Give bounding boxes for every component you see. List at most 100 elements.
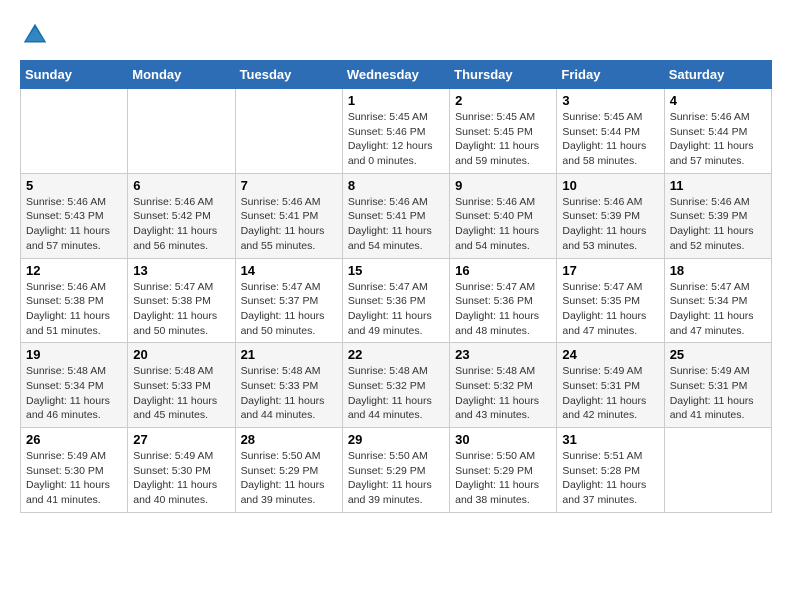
calendar-cell: 14 Sunrise: 5:47 AM Sunset: 5:37 PM Dayli… [235, 258, 342, 343]
day-number: 29 [348, 432, 444, 447]
calendar-week-2: 5 Sunrise: 5:46 AM Sunset: 5:43 PM Daylig… [21, 173, 772, 258]
header [20, 20, 772, 50]
calendar-cell [21, 89, 128, 174]
calendar-cell [128, 89, 235, 174]
calendar-cell: 31Sunrise: 5:51 AM Sunset: 5:28 PM Dayli… [557, 428, 664, 513]
calendar-cell: 6Sunrise: 5:46 AM Sunset: 5:42 PM Daylig… [128, 173, 235, 258]
weekday-header-thursday: Thursday [450, 61, 557, 89]
day-info: Sunrise: 5:48 AM Sunset: 5:33 PM Dayligh… [133, 364, 229, 423]
day-number: 4 [670, 93, 766, 108]
calendar-cell: 12Sunrise: 5:46 AM Sunset: 5:38 PM Dayli… [21, 258, 128, 343]
calendar-cell: 17Sunrise: 5:47 AM Sunset: 5:35 PM Dayli… [557, 258, 664, 343]
day-info: Sunrise: 5:45 AM Sunset: 5:45 PM Dayligh… [455, 110, 551, 169]
calendar-cell: 10Sunrise: 5:46 AM Sunset: 5:39 PM Dayli… [557, 173, 664, 258]
day-number: 11 [670, 178, 766, 193]
day-number: 28 [241, 432, 337, 447]
day-info: Sunrise: 5:49 AM Sunset: 5:31 PM Dayligh… [670, 364, 766, 423]
day-info: Sunrise: 5:47 AM Sunset: 5:38 PM Dayligh… [133, 280, 229, 339]
day-number: 24 [562, 347, 658, 362]
weekday-header-monday: Monday [128, 61, 235, 89]
calendar-week-5: 26 Sunrise: 5:49 AM Sunset: 5:30 PM Dayli… [21, 428, 772, 513]
day-info: Sunrise: 5:48 AM Sunset: 5:33 PM Dayligh… [241, 364, 337, 423]
day-number: 9 [455, 178, 551, 193]
calendar-cell: 15 Sunrise: 5:47 AM Sunset: 5:36 PM Dayli… [342, 258, 449, 343]
day-number: 26 [26, 432, 122, 447]
calendar-cell: 19 Sunrise: 5:48 AM Sunset: 5:34 PM Dayli… [21, 343, 128, 428]
day-number: 21 [241, 347, 337, 362]
logo-icon [20, 20, 50, 50]
day-info: Sunrise: 5:47 AM Sunset: 5:37 PM Dayligh… [241, 280, 337, 339]
calendar-cell: 28 Sunrise: 5:50 AM Sunset: 5:29 PM Dayli… [235, 428, 342, 513]
calendar-cell [235, 89, 342, 174]
day-number: 15 [348, 263, 444, 278]
calendar-cell: 29 Sunrise: 5:50 AM Sunset: 5:29 PM Dayli… [342, 428, 449, 513]
day-number: 13 [133, 263, 229, 278]
day-info: Sunrise: 5:45 AM Sunset: 5:44 PM Dayligh… [562, 110, 658, 169]
day-number: 19 [26, 347, 122, 362]
day-number: 6 [133, 178, 229, 193]
day-number: 14 [241, 263, 337, 278]
calendar-cell: 27 Sunrise: 5:49 AM Sunset: 5:30 PM Dayli… [128, 428, 235, 513]
day-info: Sunrise: 5:50 AM Sunset: 5:29 PM Dayligh… [348, 449, 444, 508]
day-info: Sunrise: 5:46 AM Sunset: 5:43 PM Dayligh… [26, 195, 122, 254]
calendar-cell: 1Sunrise: 5:45 AM Sunset: 5:46 PM Daylig… [342, 89, 449, 174]
day-info: Sunrise: 5:47 AM Sunset: 5:34 PM Dayligh… [670, 280, 766, 339]
calendar-cell [664, 428, 771, 513]
calendar-cell: 4 Sunrise: 5:46 AM Sunset: 5:44 PM Daylig… [664, 89, 771, 174]
day-info: Sunrise: 5:46 AM Sunset: 5:40 PM Dayligh… [455, 195, 551, 254]
calendar-table: SundayMondayTuesdayWednesdayThursdayFrid… [20, 60, 772, 513]
day-number: 8 [348, 178, 444, 193]
weekday-header-sunday: Sunday [21, 61, 128, 89]
day-number: 22 [348, 347, 444, 362]
day-info: Sunrise: 5:49 AM Sunset: 5:30 PM Dayligh… [133, 449, 229, 508]
logo [20, 20, 54, 50]
day-number: 16 [455, 263, 551, 278]
day-info: Sunrise: 5:46 AM Sunset: 5:41 PM Dayligh… [241, 195, 337, 254]
day-info: Sunrise: 5:48 AM Sunset: 5:32 PM Dayligh… [455, 364, 551, 423]
weekday-header-row: SundayMondayTuesdayWednesdayThursdayFrid… [21, 61, 772, 89]
calendar-week-4: 19 Sunrise: 5:48 AM Sunset: 5:34 PM Dayli… [21, 343, 772, 428]
weekday-header-saturday: Saturday [664, 61, 771, 89]
calendar-cell: 20 Sunrise: 5:48 AM Sunset: 5:33 PM Dayli… [128, 343, 235, 428]
calendar-cell: 8 Sunrise: 5:46 AM Sunset: 5:41 PM Daylig… [342, 173, 449, 258]
calendar-cell: 26 Sunrise: 5:49 AM Sunset: 5:30 PM Dayli… [21, 428, 128, 513]
day-info: Sunrise: 5:47 AM Sunset: 5:36 PM Dayligh… [455, 280, 551, 339]
calendar-cell: 9 Sunrise: 5:46 AM Sunset: 5:40 PM Daylig… [450, 173, 557, 258]
day-number: 27 [133, 432, 229, 447]
day-number: 31 [562, 432, 658, 447]
calendar-container: SundayMondayTuesdayWednesdayThursdayFrid… [0, 0, 792, 523]
calendar-week-1: 1Sunrise: 5:45 AM Sunset: 5:46 PM Daylig… [21, 89, 772, 174]
day-info: Sunrise: 5:46 AM Sunset: 5:39 PM Dayligh… [562, 195, 658, 254]
day-number: 2 [455, 93, 551, 108]
day-info: Sunrise: 5:46 AM Sunset: 5:41 PM Dayligh… [348, 195, 444, 254]
day-number: 30 [455, 432, 551, 447]
calendar-cell: 22 Sunrise: 5:48 AM Sunset: 5:32 PM Dayli… [342, 343, 449, 428]
day-info: Sunrise: 5:46 AM Sunset: 5:38 PM Dayligh… [26, 280, 122, 339]
day-info: Sunrise: 5:49 AM Sunset: 5:30 PM Dayligh… [26, 449, 122, 508]
day-number: 7 [241, 178, 337, 193]
calendar-cell: 3 Sunrise: 5:45 AM Sunset: 5:44 PM Daylig… [557, 89, 664, 174]
day-number: 1 [348, 93, 444, 108]
day-info: Sunrise: 5:48 AM Sunset: 5:32 PM Dayligh… [348, 364, 444, 423]
calendar-cell: 23 Sunrise: 5:48 AM Sunset: 5:32 PM Dayli… [450, 343, 557, 428]
weekday-header-tuesday: Tuesday [235, 61, 342, 89]
day-number: 23 [455, 347, 551, 362]
day-info: Sunrise: 5:46 AM Sunset: 5:44 PM Dayligh… [670, 110, 766, 169]
calendar-cell: 11Sunrise: 5:46 AM Sunset: 5:39 PM Dayli… [664, 173, 771, 258]
calendar-cell: 16 Sunrise: 5:47 AM Sunset: 5:36 PM Dayli… [450, 258, 557, 343]
calendar-cell: 21 Sunrise: 5:48 AM Sunset: 5:33 PM Dayli… [235, 343, 342, 428]
day-info: Sunrise: 5:50 AM Sunset: 5:29 PM Dayligh… [241, 449, 337, 508]
day-number: 3 [562, 93, 658, 108]
calendar-cell: 18Sunrise: 5:47 AM Sunset: 5:34 PM Dayli… [664, 258, 771, 343]
calendar-cell: 2 Sunrise: 5:45 AM Sunset: 5:45 PM Daylig… [450, 89, 557, 174]
day-info: Sunrise: 5:48 AM Sunset: 5:34 PM Dayligh… [26, 364, 122, 423]
calendar-cell: 5 Sunrise: 5:46 AM Sunset: 5:43 PM Daylig… [21, 173, 128, 258]
day-number: 17 [562, 263, 658, 278]
calendar-cell: 25Sunrise: 5:49 AM Sunset: 5:31 PM Dayli… [664, 343, 771, 428]
day-number: 5 [26, 178, 122, 193]
calendar-cell: 30 Sunrise: 5:50 AM Sunset: 5:29 PM Dayli… [450, 428, 557, 513]
weekday-header-friday: Friday [557, 61, 664, 89]
day-info: Sunrise: 5:47 AM Sunset: 5:36 PM Dayligh… [348, 280, 444, 339]
day-number: 20 [133, 347, 229, 362]
day-info: Sunrise: 5:50 AM Sunset: 5:29 PM Dayligh… [455, 449, 551, 508]
